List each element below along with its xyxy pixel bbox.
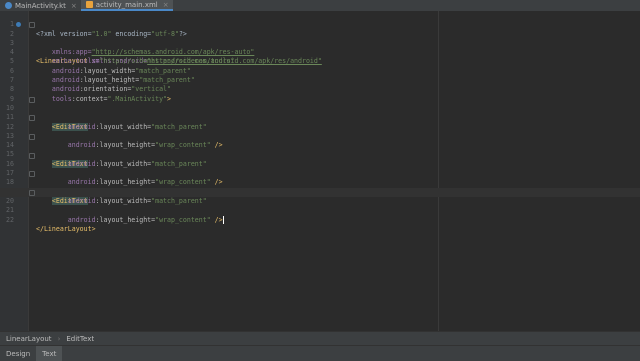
fold-icon[interactable] bbox=[29, 96, 35, 103]
tab-label: MainActivity.kt bbox=[15, 1, 66, 10]
fold-icon[interactable] bbox=[29, 22, 35, 29]
code-line[interactable]: 12 android:layout_height="wrap_content" … bbox=[0, 113, 640, 149]
breadcrumb-item-edittext[interactable]: EditText bbox=[60, 335, 100, 343]
code-line[interactable]: 2 <LinearLayout xmlns:android="http://sc… bbox=[0, 20, 640, 65]
layout-preview-icon[interactable] bbox=[16, 22, 21, 28]
fold-icon[interactable] bbox=[29, 189, 35, 196]
close-icon[interactable]: × bbox=[163, 1, 169, 9]
tab-activity-main-xml[interactable]: activity_main.xml × bbox=[80, 0, 173, 11]
code-line[interactable]: 6 android:layout_height="match_parent" bbox=[0, 58, 640, 84]
code-line[interactable]: 16 android:layout_height="wrap_content" … bbox=[0, 151, 640, 186]
code-editor[interactable]: 1 <?xml version="1.0" encoding="utf-8"?>… bbox=[0, 11, 640, 331]
fold-icon[interactable] bbox=[29, 133, 35, 140]
tab-design[interactable]: Design bbox=[0, 346, 36, 361]
code-line[interactable]: 19 android:layout_width="match_parent" bbox=[0, 178, 640, 205]
breadcrumb-item-linearlayout[interactable]: LinearLayout bbox=[0, 335, 58, 343]
code-line[interactable]: 21 bbox=[0, 197, 640, 214]
xml-file-icon bbox=[85, 1, 93, 8]
code-line[interactable]: 11 android:layout_width="match_parent" bbox=[0, 104, 640, 130]
fold-icon[interactable] bbox=[29, 115, 35, 122]
code-line[interactable]: 15 android:layout_width="match_parent" bbox=[0, 141, 640, 167]
code-line[interactable]: 3 xmlns:app="http://schemas.android.com/… bbox=[0, 30, 640, 56]
close-icon[interactable]: × bbox=[71, 2, 77, 10]
code-line[interactable]: 13 bbox=[0, 123, 640, 140]
code-line-current[interactable]: 20 android:layout_height="wrap_content" … bbox=[0, 187, 640, 224]
line-number: 22 bbox=[6, 215, 14, 224]
code-line[interactable]: 4 xmlns:tools="http://schemas.android.co… bbox=[0, 39, 640, 65]
code-line[interactable]: 18 <EditText bbox=[0, 169, 640, 205]
code-line[interactable]: 7 android:orientation="vertical" bbox=[0, 67, 640, 93]
code-line[interactable]: 14 <EditText bbox=[0, 132, 640, 168]
editor-mode-tabs: Design Text bbox=[0, 345, 640, 361]
breadcrumb: LinearLayout › EditText bbox=[0, 331, 640, 346]
kotlin-file-icon bbox=[5, 2, 12, 9]
tab-text[interactable]: Text bbox=[36, 346, 63, 361]
code-line[interactable]: 5 android:layout_width="match_parent" bbox=[0, 48, 640, 74]
code-line[interactable]: 22 </LinearLayout> bbox=[0, 206, 640, 233]
fold-icon[interactable] bbox=[29, 152, 35, 159]
code-line[interactable]: 9 bbox=[0, 85, 640, 103]
code-line[interactable]: 8 tools:context=".MainActivity"> bbox=[0, 76, 640, 102]
code-line[interactable]: 17 bbox=[0, 160, 640, 177]
tab-mainactivity-kt[interactable]: MainActivity.kt × bbox=[0, 0, 81, 11]
text-caret bbox=[222, 215, 224, 224]
code-line[interactable]: 1 <?xml version="1.0" encoding="utf-8"?> bbox=[0, 11, 640, 37]
fold-icon[interactable] bbox=[29, 171, 35, 178]
code-line[interactable]: 10 <EditText bbox=[0, 95, 640, 131]
tab-label: activity_main.xml bbox=[95, 0, 158, 9]
